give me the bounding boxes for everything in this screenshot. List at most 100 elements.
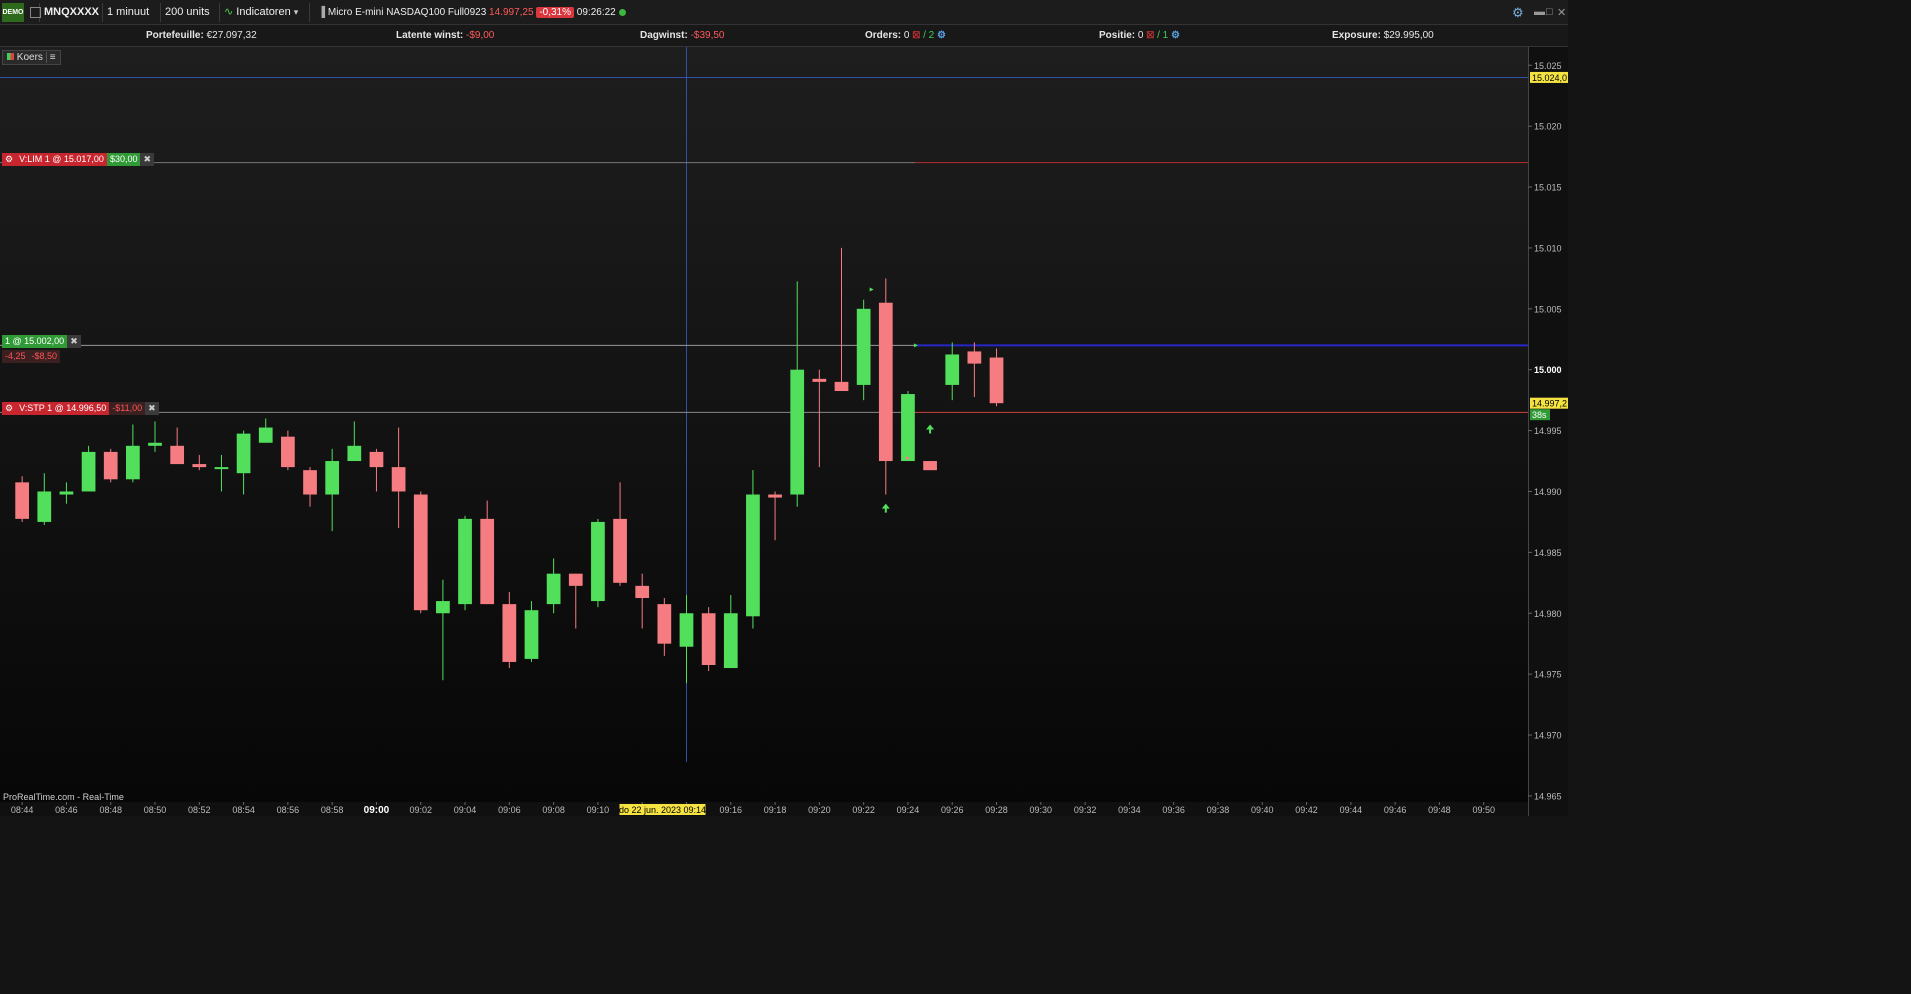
candle-body: [436, 601, 450, 614]
x-tick-label: 09:34: [1118, 805, 1141, 815]
candle: [81, 445, 96, 492]
candle-body: [768, 494, 782, 498]
candle: [723, 594, 738, 669]
x-tick-label: 09:10: [587, 805, 610, 815]
candle: [281, 430, 295, 471]
x-tick-label: 09:48: [1428, 805, 1451, 815]
candle: [568, 573, 583, 629]
crosshair-time-badge-text: do 22 jun. 2023 09:14: [619, 805, 706, 815]
candle-body: [192, 464, 207, 468]
entry-triangle-icon: [913, 343, 918, 348]
stop-gear-icon[interactable]: ⚙: [2, 402, 17, 415]
stop-order-label: V:STP 1 @ 14.996,50: [16, 402, 110, 415]
x-tick-labels: 08:44 08:46 08:48 08:50 08:52 08:54 08:56 08:58…: [11, 802, 1495, 816]
candle-body: [635, 585, 650, 599]
candle-body: [37, 491, 52, 522]
candle-body: [391, 467, 406, 492]
candle-body: [546, 573, 561, 605]
limit-order-label: V:LIM 1 @ 15.017,00: [16, 153, 107, 166]
limit-order-tag[interactable]: ⚙ V:LIM 1 @ 15.017,00 $30,00 ✖: [2, 153, 155, 166]
candle-body: [281, 436, 295, 468]
position-close-icon[interactable]: ✖: [67, 335, 81, 348]
watermark: ProRealTime.com - Real-Time: [3, 792, 124, 802]
y-tick-label: 15.010: [1534, 243, 1562, 253]
limit-cancel-icon[interactable]: ✖: [140, 153, 155, 166]
candle-body: [679, 613, 694, 647]
candle-body: [901, 394, 915, 462]
candle-body: [170, 445, 185, 465]
candle: [768, 491, 782, 541]
candle: [834, 247, 849, 392]
koers-panel-label[interactable]: Koers ≡: [2, 50, 61, 65]
candle: [325, 448, 340, 532]
candle: [192, 454, 207, 471]
candle-body: [945, 354, 960, 385]
x-tick-label: 09:20: [808, 805, 831, 815]
candle-body: [103, 451, 118, 480]
candle: [148, 421, 162, 452]
candle: [591, 518, 605, 608]
candle: [480, 500, 495, 605]
y-tick-label: 15.000: [1534, 365, 1562, 375]
x-tick-label: 09:04: [454, 805, 477, 815]
limit-gear-icon[interactable]: ⚙: [2, 153, 17, 166]
x-tick-label: 09:22: [852, 805, 875, 815]
candle: [923, 461, 937, 471]
candle-body: [369, 451, 384, 468]
candle-body: [502, 604, 517, 662]
x-tick-label: 09:08: [542, 805, 565, 815]
candle: [613, 482, 627, 586]
x-tick-label: 08:48: [99, 805, 122, 815]
y-tick-label: 15.020: [1534, 122, 1562, 132]
candle: [812, 369, 827, 468]
candle-body: [59, 491, 74, 495]
candle: [901, 391, 915, 462]
stop-order-tag[interactable]: ⚙ V:STP 1 @ 14.996,50 -$11,00 ✖: [2, 402, 159, 415]
position-pl: -$8,50: [28, 350, 61, 363]
buy-arrow-icon: [881, 503, 890, 513]
candle-body: [126, 445, 140, 480]
list-icon[interactable]: ≡: [45, 52, 56, 63]
candle-body: [701, 613, 716, 666]
x-tick-label: 08:44: [11, 805, 34, 815]
candle: [679, 594, 694, 684]
candle-body: [303, 470, 317, 495]
crosshair-price-badge: 15.024,0: [1530, 71, 1568, 83]
candle: [170, 427, 185, 465]
axis-badges: 15.024,0 14.997,238s do 22 jun. 2023 09:14: [619, 71, 1568, 815]
position-tag[interactable]: 1 @ 15.002,00 ✖: [2, 335, 81, 348]
candle-body: [790, 369, 805, 495]
candle-body: [568, 573, 583, 586]
x-tick-label: 08:54: [232, 805, 255, 815]
position-entry-label: 1 @ 15.002,00: [2, 335, 68, 348]
candle: [967, 342, 982, 398]
candle: [989, 348, 1004, 407]
stop-cancel-icon[interactable]: ✖: [145, 402, 159, 415]
candle-body: [325, 461, 340, 495]
candle-body: [967, 351, 982, 364]
candle: [391, 427, 406, 529]
candle-body: [989, 357, 1004, 404]
candle: [369, 448, 384, 492]
candle: [657, 598, 672, 656]
x-tick-label: 09:02: [409, 805, 432, 815]
y-tick-label: 14.985: [1534, 548, 1562, 558]
candle-body: [148, 442, 162, 446]
candle-body: [613, 518, 627, 583]
x-tick-label: 09:46: [1384, 805, 1407, 815]
y-tick-label: 15.005: [1534, 304, 1562, 314]
candle: [258, 418, 273, 443]
candle-body: [258, 427, 273, 443]
position-points: -4,25: [2, 350, 29, 363]
candle: [524, 601, 539, 662]
last-price-badge-text: 14.997,2: [1532, 399, 1567, 409]
candle: [790, 281, 805, 507]
candle: [856, 299, 871, 401]
candlestick-chart: 15.025 15.020 15.015 15.010 15.005 15.000 14.9…: [0, 47, 1568, 816]
price-level-lines: [0, 47, 1528, 762]
candle-body: [458, 518, 472, 605]
x-tick-label: 08:52: [188, 805, 211, 815]
candle: [236, 430, 251, 495]
candle-body: [480, 518, 495, 605]
x-tick-label: 09:44: [1340, 805, 1363, 815]
